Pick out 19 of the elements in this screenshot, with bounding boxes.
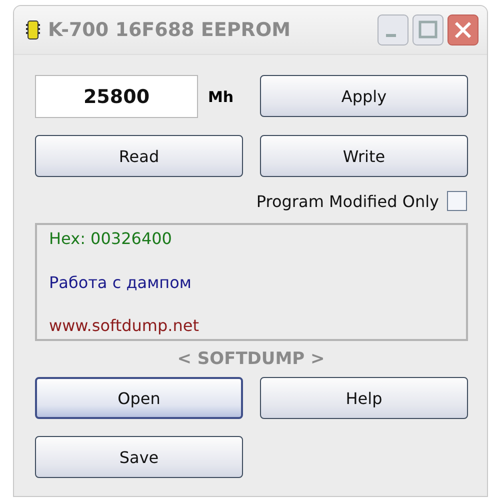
close-icon[interactable] [447,14,479,46]
unit-label: Mh [208,88,234,106]
action-button[interactable]: Save [35,436,243,478]
log-line: Работа с дампом [49,272,192,292]
log-line: www.softdump.net [49,316,200,335]
window-title: K-700 16F688 EEPROM [48,19,292,41]
maximize-icon[interactable] [412,14,444,46]
log-line: Hex: 00326400 [49,229,173,248]
chip-icon [26,20,40,40]
option-label: Program Modified Only [256,192,439,210]
action-button[interactable]: Read [35,135,243,177]
checkbox[interactable] [447,191,467,211]
minimize-icon[interactable] [377,14,409,46]
brand-label: < SOFTDUMP > [177,349,325,369]
action-button[interactable]: Apply [260,75,468,117]
action-button[interactable]: Help [260,377,468,419]
value-field[interactable]: 25800 [35,75,198,118]
action-button[interactable]: Write [260,135,468,177]
action-button[interactable]: Open [35,377,243,419]
